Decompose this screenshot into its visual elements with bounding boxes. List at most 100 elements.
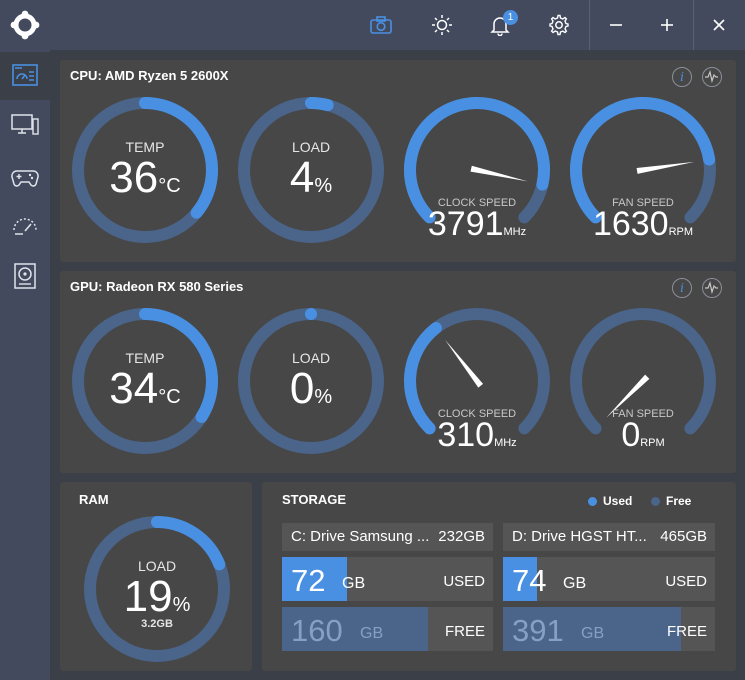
- drive-d-used-bar: 74 GB USED: [503, 557, 715, 601]
- gpu-load-value: 0%: [236, 364, 386, 414]
- title-bar: 1: [0, 0, 745, 50]
- cpu-load-number: 4: [289, 153, 315, 202]
- cpu-clock-number: 3791: [427, 205, 504, 243]
- cpu-name: AMD Ryzen 5 2600X: [104, 68, 229, 83]
- sidebar-item-computer[interactable]: [0, 101, 50, 149]
- legend-free: Free: [651, 494, 691, 508]
- legend-free-label: Free: [666, 494, 692, 508]
- drive-c-name: C: Drive Samsung ...: [291, 528, 430, 545]
- brightness-icon[interactable]: [429, 12, 455, 38]
- gpu-temp-unit: °C: [158, 386, 181, 408]
- drive-c-free-value: 160: [291, 613, 343, 648]
- drive-d-free-label: FREE: [666, 623, 707, 640]
- storage-drive-icon: [14, 263, 36, 289]
- legend-free-dot: [651, 496, 660, 506]
- storage-title: STORAGE: [282, 492, 347, 507]
- cpu-temp-unit: °C: [158, 175, 181, 197]
- cpu-info-button[interactable]: i: [672, 67, 692, 87]
- drive-c-used-label: USED: [443, 573, 485, 590]
- drive-c-size: 232GB: [438, 528, 485, 545]
- drive-d-used-label: USED: [665, 573, 707, 590]
- gpu-clock-value: 310MHz: [402, 416, 552, 455]
- sidebar-item-gaming[interactable]: [0, 153, 50, 201]
- info-icon: i: [680, 70, 684, 84]
- activity-wave-icon: [705, 69, 718, 84]
- drive-c-header[interactable]: C: Drive Samsung ... 232GB: [282, 523, 493, 551]
- sidebar-item-performance[interactable]: [0, 202, 50, 250]
- ram-load-number: 19: [123, 572, 173, 621]
- cpu-fan-gauge: FAN SPEED 1630RPM: [568, 95, 718, 245]
- ram-load-value: 19%: [82, 572, 232, 622]
- gpu-temp-value: 34°C: [70, 364, 220, 414]
- monitor-dashboard-icon: [12, 64, 38, 86]
- ram-load-unit: %: [172, 594, 191, 616]
- cpu-fan-value: 1630RPM: [568, 205, 718, 244]
- gpu-monitor-button[interactable]: [702, 278, 722, 298]
- ram-load-gauge: LOAD 19% 3.2GB: [82, 514, 232, 664]
- camera-icon[interactable]: [368, 12, 394, 38]
- drive-d-free-value: 391: [512, 613, 564, 648]
- gpu-load-number: 0: [289, 364, 315, 413]
- legend-used: Used: [588, 494, 632, 508]
- gpu-fan-number: 0: [621, 416, 641, 454]
- drive-d-used-value: 74: [512, 563, 547, 598]
- notification-badge: 1: [503, 10, 518, 25]
- maximize-icon[interactable]: [654, 12, 680, 38]
- cpu-monitor-button[interactable]: [702, 67, 722, 87]
- legend-used-label: Used: [603, 494, 633, 508]
- gauge-fill: [305, 97, 334, 112]
- gpu-info-button[interactable]: i: [672, 278, 692, 298]
- drive-d-header[interactable]: D: Drive HGST HT... 465GB: [503, 523, 715, 551]
- gpu-prefix: GPU:: [70, 279, 103, 294]
- titlebar-divider: [589, 0, 590, 50]
- dial-needle: [445, 339, 484, 388]
- cpu-panel-title: CPU: AMD Ryzen 5 2600X: [70, 68, 228, 83]
- gauge-fill: [305, 308, 317, 320]
- cpu-load-unit: %: [314, 175, 333, 197]
- cpu-load-value: 4%: [236, 153, 386, 203]
- drive-d-size: 465GB: [660, 528, 707, 545]
- cpu-fan-number: 1630: [592, 205, 669, 243]
- cpu-clock-gauge: CLOCK SPEED 3791MHz: [402, 95, 552, 245]
- close-icon[interactable]: [706, 12, 732, 38]
- drive-d-free-unit: GB: [581, 625, 605, 642]
- bell-icon[interactable]: 1: [487, 10, 518, 38]
- cpu-temp-value: 36°C: [70, 153, 220, 203]
- drive-d-free-bar: 391 GB FREE: [503, 607, 715, 651]
- activity-wave-icon: [705, 280, 718, 295]
- gamepad-icon: [11, 170, 39, 187]
- info-icon: i: [680, 281, 684, 295]
- drive-c-free-bar: 160 GB FREE: [282, 607, 493, 651]
- sidebar-item-dashboard[interactable]: [0, 52, 50, 100]
- gpu-name: Radeon RX 580 Series: [106, 279, 244, 294]
- dial-needle: [470, 165, 528, 182]
- drive-d-name: D: Drive HGST HT...: [512, 528, 647, 545]
- storage-panel: STORAGE Used Free C: Drive Samsung ... 2…: [262, 482, 736, 671]
- cpu-clock-value: 3791MHz: [402, 205, 552, 244]
- gpu-clock-number: 310: [437, 416, 495, 454]
- sidebar: [0, 50, 50, 680]
- gpu-fan-gauge: FAN SPEED 0RPM: [568, 306, 718, 456]
- ram-title: RAM: [79, 492, 109, 507]
- gpu-panel-title: GPU: Radeon RX 580 Series: [70, 279, 243, 294]
- drive-c-free-label: FREE: [444, 623, 485, 640]
- drive-c-free-unit: GB: [360, 625, 384, 642]
- legend-used-dot: [588, 496, 597, 506]
- sidebar-item-storage[interactable]: [0, 252, 50, 300]
- gear-icon[interactable]: [546, 12, 572, 38]
- cpu-panel: CPU: AMD Ryzen 5 2600X i TEMP 36°C LOAD …: [60, 60, 736, 262]
- cpu-fan-unit: RPM: [668, 226, 694, 238]
- cpu-clock-unit: MHz: [503, 226, 527, 238]
- drive-c-used-value: 72: [291, 563, 326, 598]
- drive-c-used-unit: GB: [342, 575, 366, 592]
- gpu-temp-number: 34: [109, 364, 159, 413]
- minimize-icon[interactable]: [603, 12, 629, 38]
- gpu-temp-gauge: TEMP 34°C: [70, 306, 220, 456]
- drive-c-used-bar: 72 GB USED: [282, 557, 493, 601]
- drive-d-used-unit: GB: [563, 575, 587, 592]
- ram-panel: RAM LOAD 19% 3.2GB: [60, 482, 252, 671]
- cpu-temp-number: 36: [109, 153, 159, 202]
- gpu-panel: GPU: Radeon RX 580 Series i TEMP 34°C LO…: [60, 271, 736, 473]
- cpu-prefix: CPU:: [70, 68, 102, 83]
- cpu-load-gauge: LOAD 4%: [236, 95, 386, 245]
